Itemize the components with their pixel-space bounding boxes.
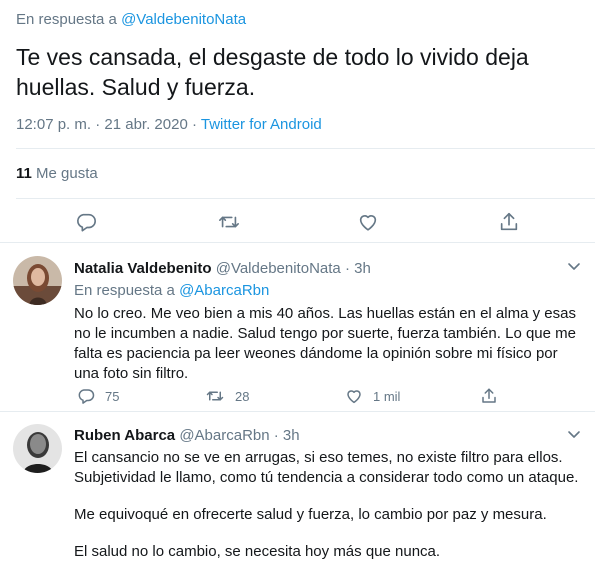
reply-header: Natalia Valdebenito @ValdebenitoNata · 3… bbox=[74, 260, 371, 277]
chevron-down-icon bbox=[568, 431, 580, 438]
reply-paragraph: Me equivoqué en ofrecerte salud y fuerza… bbox=[74, 506, 547, 523]
author-handle[interactable]: @AbarcaRbn bbox=[179, 427, 269, 444]
reply-handle-link[interactable]: @ValdebenitoNata bbox=[121, 11, 246, 28]
retweet-icon bbox=[219, 216, 239, 228]
tweet-source-link[interactable]: Twitter for Android bbox=[201, 116, 322, 133]
reply-time[interactable]: · 3h bbox=[345, 260, 371, 277]
like-button[interactable]: 1 mil bbox=[345, 386, 400, 406]
avatar[interactable] bbox=[13, 424, 62, 473]
reply-tweet[interactable]: Ruben Abarca @AbarcaRbn · 3h El cansanci… bbox=[0, 412, 595, 567]
more-options-button[interactable] bbox=[567, 259, 581, 273]
heart-icon bbox=[347, 390, 361, 404]
main-reply-context: En respuesta a @ValdebenitoNata bbox=[16, 11, 246, 28]
author-name[interactable]: Natalia Valdebenito bbox=[74, 260, 212, 277]
likes-summary[interactable]: 11 Me gusta bbox=[16, 165, 98, 182]
reply-icon bbox=[78, 389, 95, 404]
reply-button[interactable] bbox=[75, 211, 97, 233]
avatar[interactable] bbox=[13, 256, 62, 305]
share-icon bbox=[482, 388, 496, 403]
reply-paragraph: El cansancio no se ve en arrugas, si eso… bbox=[74, 449, 579, 486]
share-button[interactable] bbox=[498, 211, 520, 233]
reply-button[interactable]: 75 bbox=[77, 386, 119, 406]
reply-prefix: En respuesta a bbox=[16, 11, 117, 28]
reply-count: 75 bbox=[105, 388, 120, 404]
reply-time[interactable]: · 3h bbox=[274, 427, 300, 444]
share-icon bbox=[500, 212, 518, 231]
reply-icon bbox=[77, 213, 96, 232]
divider bbox=[16, 198, 595, 199]
tweet-timestamp[interactable]: 12:07 p. m. · 21 abr. 2020 · bbox=[16, 116, 197, 133]
main-tweet-actions bbox=[0, 205, 595, 239]
like-count: 1 mil bbox=[373, 388, 401, 404]
more-options-button[interactable] bbox=[567, 427, 581, 441]
share-button[interactable] bbox=[480, 386, 508, 406]
reply-context: En respuesta a @AbarcaRbn bbox=[74, 282, 269, 299]
reply-prefix: En respuesta a bbox=[74, 282, 175, 299]
like-button[interactable] bbox=[357, 211, 379, 233]
retweet-button[interactable]: 28 bbox=[205, 386, 249, 406]
heart-icon bbox=[359, 215, 377, 231]
reply-tweet[interactable]: Natalia Valdebenito @ValdebenitoNata · 3… bbox=[0, 243, 595, 410]
reply-header: Ruben Abarca @AbarcaRbn · 3h bbox=[74, 427, 300, 444]
retweet-icon bbox=[206, 391, 224, 401]
reply-handle-link[interactable]: @AbarcaRbn bbox=[179, 282, 269, 299]
author-name[interactable]: Ruben Abarca bbox=[74, 427, 175, 444]
divider bbox=[16, 148, 595, 149]
reply-paragraph: El salud no lo cambio, se necesita hoy m… bbox=[74, 543, 441, 560]
likes-count: 11 bbox=[16, 165, 32, 182]
retweet-count: 28 bbox=[235, 388, 250, 404]
reply-text: No lo creo. Me veo bien a mis 40 años. L… bbox=[74, 305, 576, 382]
retweet-button[interactable] bbox=[218, 211, 240, 233]
tweet-meta: 12:07 p. m. · 21 abr. 2020 · Twitter for… bbox=[16, 116, 322, 133]
main-tweet-text: Te ves cansada, el desgaste de todo lo v… bbox=[16, 44, 529, 100]
chevron-down-icon bbox=[568, 263, 580, 270]
author-handle[interactable]: @ValdebenitoNata bbox=[216, 260, 341, 277]
likes-label: Me gusta bbox=[36, 165, 98, 182]
